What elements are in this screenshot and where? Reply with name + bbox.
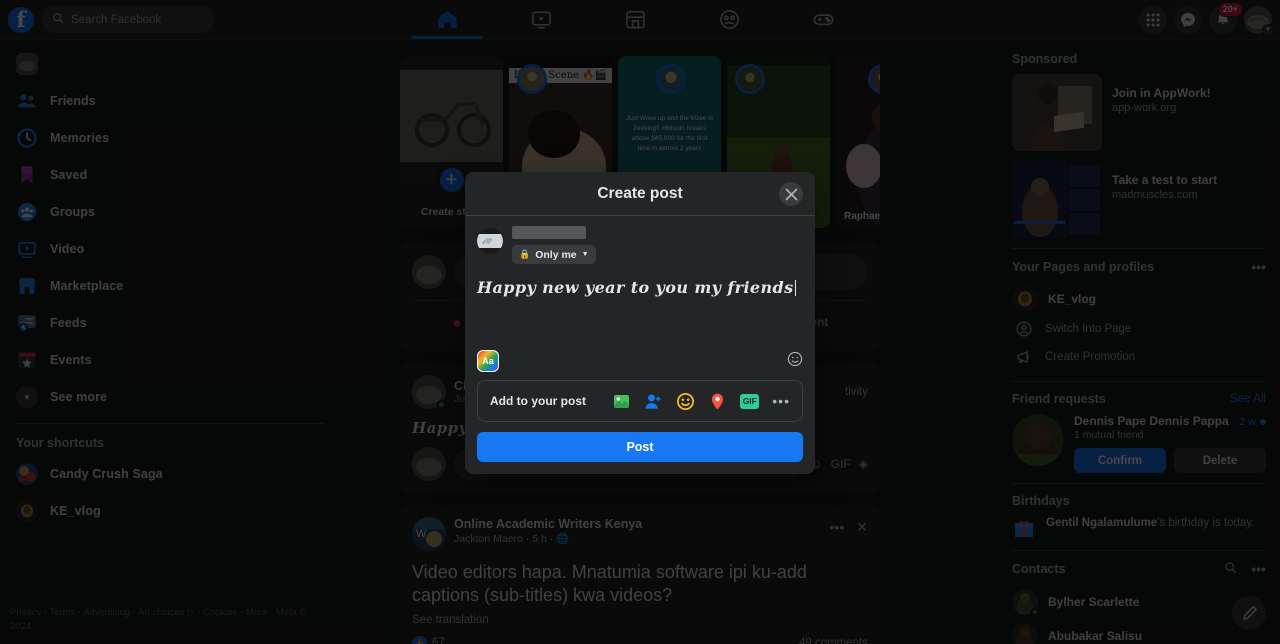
add-to-post-icons: GIF ••• [612, 392, 790, 411]
more-options-icon[interactable]: ••• [772, 393, 790, 409]
privacy-selector[interactable]: 🔒 Only me ▼ [512, 245, 596, 264]
modal-user-row: 🔒 Only me ▼ [477, 226, 803, 264]
modal-text-toolbar: Aa [477, 350, 803, 372]
add-to-post-bar: Add to your post GIF ••• [477, 380, 803, 422]
modal-user-avatar[interactable] [477, 228, 503, 254]
text-format-button[interactable]: Aa [477, 350, 499, 372]
post-text-input[interactable]: Happy new year to you my friends [477, 278, 803, 297]
privacy-label: Only me [535, 248, 577, 261]
modal-title: Create post [597, 184, 683, 202]
modal-header: Create post [465, 172, 815, 216]
modal-body: 🔒 Only me ▼ Happy new year to you my fri… [465, 216, 815, 380]
add-to-post-label: Add to your post [490, 394, 586, 408]
modal-user-info: 🔒 Only me ▼ [512, 226, 596, 264]
emoji-smile-icon[interactable] [787, 351, 803, 371]
facebook-page: f Search Facebook [0, 0, 1280, 644]
post-text-value: Happy new year to you my friends [477, 278, 794, 297]
modal-footer: Add to your post GIF ••• Post [465, 380, 815, 474]
photo-video-icon[interactable] [612, 392, 631, 411]
check-in-icon[interactable] [708, 392, 727, 411]
create-post-modal: Create post 🔒 Only me ▼ Happy new year t… [465, 172, 815, 474]
tag-people-icon[interactable] [644, 392, 663, 411]
chevron-down-icon: ▼ [581, 251, 589, 258]
author-name-redacted [512, 226, 586, 239]
post-button[interactable]: Post [477, 432, 803, 462]
feeling-activity-icon[interactable] [676, 392, 695, 411]
gif-icon[interactable]: GIF [740, 392, 760, 411]
text-caret [794, 280, 796, 296]
lock-icon: 🔒 [519, 249, 531, 259]
close-icon[interactable] [779, 182, 803, 206]
